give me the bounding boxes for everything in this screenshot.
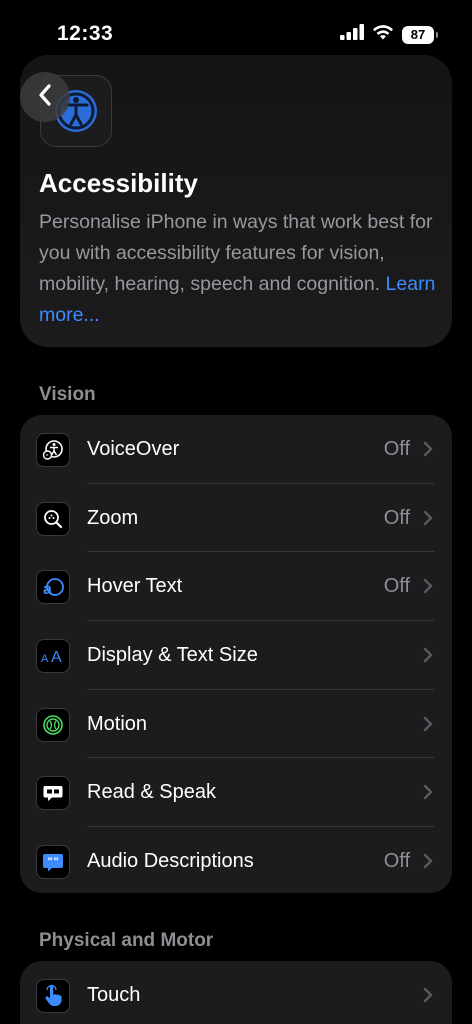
row-label: Display & Text Size [87, 643, 258, 666]
svg-text:A: A [51, 649, 62, 666]
zoom-icon [36, 501, 70, 536]
chevron-right-icon [423, 785, 433, 800]
row-label: Read & Speak [87, 781, 216, 804]
row-label: Audio Descriptions [87, 849, 254, 872]
motion-icon [36, 707, 70, 742]
back-button[interactable] [20, 72, 70, 122]
header-description-text: Personalise iPhone in ways that work bes… [39, 211, 433, 295]
section-header-vision: Vision [39, 384, 96, 405]
voiceover-icon [36, 433, 70, 467]
row-label: Touch [87, 983, 141, 1006]
row-hover-text[interactable]: a Hover Text Off [20, 552, 452, 622]
touch-hand-icon [36, 979, 70, 1013]
row-label: Zoom [87, 506, 139, 529]
row-value: Off [383, 575, 410, 598]
chevron-right-icon [423, 853, 433, 869]
row-value: Off [383, 506, 410, 529]
hover-text-icon: a [36, 570, 70, 605]
battery-level: 87 [410, 27, 426, 42]
chevron-right-icon [423, 441, 433, 457]
chevron-right-icon [423, 987, 433, 1003]
row-value: Off [383, 437, 410, 460]
cellular-signal-icon [340, 24, 364, 45]
status-time: 12:33 [57, 22, 114, 45]
row-display-text-size[interactable]: A A Display & Text Size [20, 621, 452, 690]
speech-bubble-icon [36, 776, 70, 811]
row-value: Off [383, 849, 410, 872]
chevron-right-icon [423, 716, 433, 731]
physical-motor-group: Touch [20, 961, 452, 1024]
page-title: Accessibility [39, 168, 198, 198]
accessibility-settings-page: 12:33 87 Accessibility Personalise iPhon… [0, 0, 472, 1024]
svg-text:": " [54, 856, 59, 868]
row-audio-descriptions[interactable]: " " Audio Descriptions Off [20, 827, 452, 893]
svg-text:": " [48, 856, 53, 868]
row-label: Hover Text [87, 575, 183, 598]
section-header-physical-motor: Physical and Motor [39, 930, 214, 951]
row-touch[interactable]: Touch [20, 961, 452, 1024]
row-zoom[interactable]: Zoom Off [20, 484, 452, 553]
svg-text:A: A [41, 653, 49, 665]
vision-group: VoiceOver Off Zoom Off a Hover Text Off … [20, 415, 452, 893]
header-description: Personalise iPhone in ways that work bes… [39, 207, 439, 331]
chevron-right-icon [423, 510, 433, 525]
svg-text:a: a [43, 581, 52, 598]
chevron-right-icon [423, 579, 433, 594]
chevron-left-icon [37, 83, 53, 112]
wifi-icon [372, 24, 394, 45]
header-card: Accessibility Personalise iPhone in ways… [20, 55, 452, 347]
chevron-right-icon [423, 647, 433, 663]
row-label: Motion [87, 712, 148, 735]
battery-indicator: 87 [402, 25, 438, 44]
audio-descriptions-icon: " " [36, 845, 70, 880]
row-read-speak[interactable]: Read & Speak [20, 758, 452, 828]
text-size-icon: A A [36, 639, 70, 674]
row-label: VoiceOver [87, 437, 180, 460]
row-motion[interactable]: Motion [20, 690, 452, 759]
status-icons: 87 [340, 24, 438, 45]
row-voiceover[interactable]: VoiceOver Off [20, 415, 452, 484]
